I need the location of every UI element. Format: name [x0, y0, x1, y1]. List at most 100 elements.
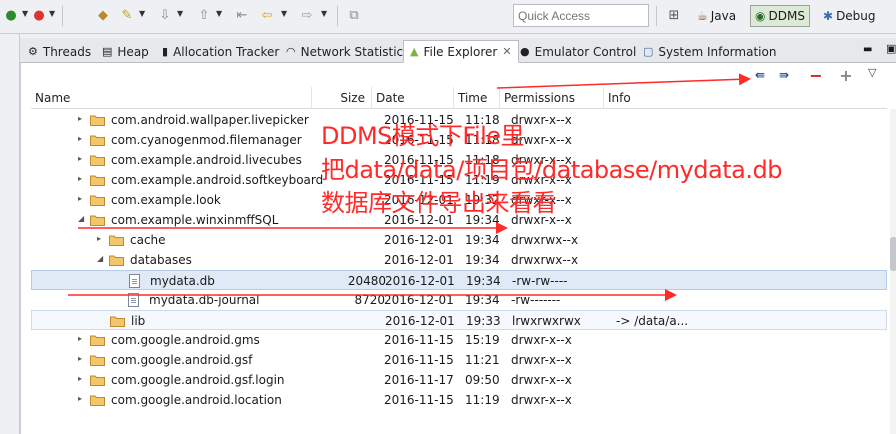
chevron-down-icon[interactable]: ▼ [321, 9, 327, 18]
expand-toggle-icon[interactable]: ▸ [78, 194, 82, 203]
folder-row[interactable]: ▸ com.google.android.gms 2016-11-15 15:19 dr… [31, 330, 887, 350]
expand-toggle-icon[interactable]: ▸ [97, 234, 101, 243]
tab-label: System Information [658, 44, 777, 59]
tab-heap[interactable]: ▤ Heap [96, 40, 155, 63]
file-icon [129, 274, 140, 288]
open-perspective-icon[interactable]: ⊞ [665, 6, 683, 24]
perspective-debug[interactable]: ✱ Debug [819, 5, 880, 27]
chevron-down-icon[interactable]: ▼ [22, 9, 28, 18]
row-time: 19:34 [465, 253, 500, 267]
open-type-icon[interactable]: ◆ [94, 6, 112, 24]
expand-toggle-icon[interactable]: ▸ [78, 174, 82, 183]
prev-annotation-icon[interactable]: ⇧ [195, 6, 213, 24]
folder-icon [90, 394, 105, 406]
expand-toggle-icon[interactable]: ▸ [78, 374, 82, 383]
folder-row[interactable]: ▸ cache 2016-12-01 19:34 drwxrwx--x [31, 230, 887, 250]
row-time: 19:34 [465, 293, 500, 307]
folder-row[interactable]: ◢ databases 2016-12-01 19:34 drwxrwx--x [31, 250, 887, 270]
tab-threads[interactable]: ⚙ Threads [22, 40, 97, 63]
tab-allocation-tracker[interactable]: ▮ Allocation Tracker [156, 40, 285, 63]
row-time: 19:34 [465, 233, 500, 247]
phone-icon: ● [520, 45, 530, 58]
folder-icon [90, 174, 105, 186]
perspective-ddms[interactable]: ◉ DDMS [750, 5, 810, 27]
vertical-scrollbar[interactable] [890, 109, 896, 434]
annotation-line-1: DDMS模式下File里 [321, 122, 525, 150]
chevron-down-icon[interactable]: ▼ [177, 9, 183, 18]
tab-label: File Explorer [423, 44, 498, 59]
ddms-icon: ◉ [755, 9, 766, 23]
minimize-icon[interactable]: ▬ [863, 44, 872, 55]
folder-row[interactable]: ▸ com.google.android.gsf 2016-11-15 11:21 dr… [31, 350, 887, 370]
chevron-down-icon[interactable]: ▼ [216, 9, 222, 18]
column-header-date[interactable]: Date [371, 87, 453, 109]
file-row[interactable]: mydata.db 20480 2016-12-01 19:34 -rw-rw---- [31, 270, 887, 290]
threads-icon: ⚙ [28, 45, 38, 58]
tab-emulator-control[interactable]: ● Emulator Control [514, 40, 642, 63]
column-header-permissions[interactable]: Permissions [499, 87, 603, 109]
folder-row[interactable]: ▸ com.google.android.gsf.login 2016-11-17 0… [31, 370, 887, 390]
push-file-icon[interactable]: ⇛ [776, 67, 792, 83]
java-icon: ☕ [697, 9, 708, 23]
file-actions-bar: ⇚ ⇛ − + ▽ [21, 63, 896, 87]
tab-label: Threads [42, 44, 92, 59]
forward-arrow-icon[interactable]: ⇨ [298, 6, 316, 24]
scrollbar-thumb[interactable] [890, 237, 896, 271]
pin-editor-icon[interactable]: ⧉ [345, 6, 363, 24]
tab-file-explorer[interactable]: ▲ File Explorer ✕ [403, 40, 519, 63]
expand-toggle-icon[interactable]: ▸ [78, 154, 82, 163]
chevron-down-icon[interactable]: ▼ [49, 9, 55, 18]
folder-icon [90, 374, 105, 386]
wifi-icon: ◠ [286, 45, 296, 58]
pull-file-icon[interactable]: ⇚ [752, 67, 768, 83]
tab-network-statistics[interactable]: ◠ Network Statistics [280, 40, 415, 63]
quick-access-input[interactable] [513, 4, 649, 27]
expand-toggle-icon[interactable]: ▸ [78, 114, 82, 123]
left-view-strip [0, 34, 20, 434]
eclipse-window: ● ▼ ● ▼ ◆ ✎ ▼ ⇩ ▼ ⇧ ▼ ⇤ ⇦ ▼ ⇨ ▼ ⧉ ⊞ ☕ Ja… [0, 0, 896, 434]
debug-run-icon[interactable]: ● [2, 6, 20, 24]
folder-row[interactable]: lib 2016-12-01 19:33 lrwxrwxrwx -> /data/a..… [31, 310, 887, 330]
view-tab-bar: ⚙ Threads ▤ Heap ▮ Allocation Tracker ◠ … [20, 38, 896, 63]
tab-system-information[interactable]: ▢ System Information [637, 40, 782, 63]
new-folder-icon[interactable]: + [838, 66, 854, 85]
column-header-info[interactable]: Info [603, 87, 887, 109]
row-name: com.android.wallpaper.livepicker [111, 113, 309, 127]
row-name: databases [130, 253, 192, 267]
column-header-size[interactable]: Size [311, 87, 371, 109]
column-header-name[interactable]: Name [31, 87, 311, 109]
expand-toggle-icon[interactable]: ◢ [78, 214, 84, 223]
tab-label: Network Statistics [300, 44, 410, 59]
expand-toggle-icon[interactable]: ◢ [97, 254, 103, 263]
allocation-icon: ▮ [162, 45, 169, 58]
file-row[interactable]: mydata.db-journal 8720 2016-12-01 19:34 -rw-… [31, 290, 887, 310]
row-permissions: drwxr-x--x [511, 393, 572, 407]
back-arrow-icon[interactable]: ⇦ [258, 6, 276, 24]
maximize-icon[interactable]: ▣ [886, 42, 896, 55]
expand-toggle-icon[interactable]: ▸ [78, 394, 82, 403]
expand-toggle-icon[interactable]: ▸ [78, 334, 82, 343]
delete-icon[interactable]: − [808, 66, 824, 85]
column-header-time[interactable]: Time [453, 87, 499, 109]
run-config-icon[interactable]: ● [30, 6, 48, 24]
row-permissions: drwxrwx--x [511, 253, 579, 267]
annotation-line-2: 把data/data/项目包/database/mydata.db [321, 156, 782, 184]
folder-icon [109, 234, 124, 246]
chevron-down-icon[interactable]: ▼ [139, 9, 145, 18]
row-name: mydata.db [150, 274, 215, 288]
perspective-java[interactable]: ☕ Java [693, 5, 740, 27]
annotation-icon[interactable]: ⇩ [156, 6, 174, 24]
bug-icon: ✱ [823, 9, 834, 23]
row-date: 2016-12-01 [385, 314, 455, 328]
toolbar-separator [656, 6, 657, 26]
expand-toggle-icon[interactable]: ▸ [78, 134, 82, 143]
folder-row[interactable]: ▸ com.google.android.location 2016-11-15 11… [31, 390, 887, 410]
view-menu-icon[interactable]: ▽ [868, 66, 876, 79]
folder-icon [90, 194, 105, 206]
search-tool-icon[interactable]: ✎ [118, 6, 136, 24]
expand-toggle-icon[interactable]: ▸ [78, 354, 82, 363]
last-edit-icon[interactable]: ⇤ [233, 6, 251, 24]
chevron-down-icon[interactable]: ▼ [281, 9, 287, 18]
close-icon[interactable]: ✕ [502, 45, 511, 58]
row-date: 2016-12-01 [384, 293, 454, 307]
